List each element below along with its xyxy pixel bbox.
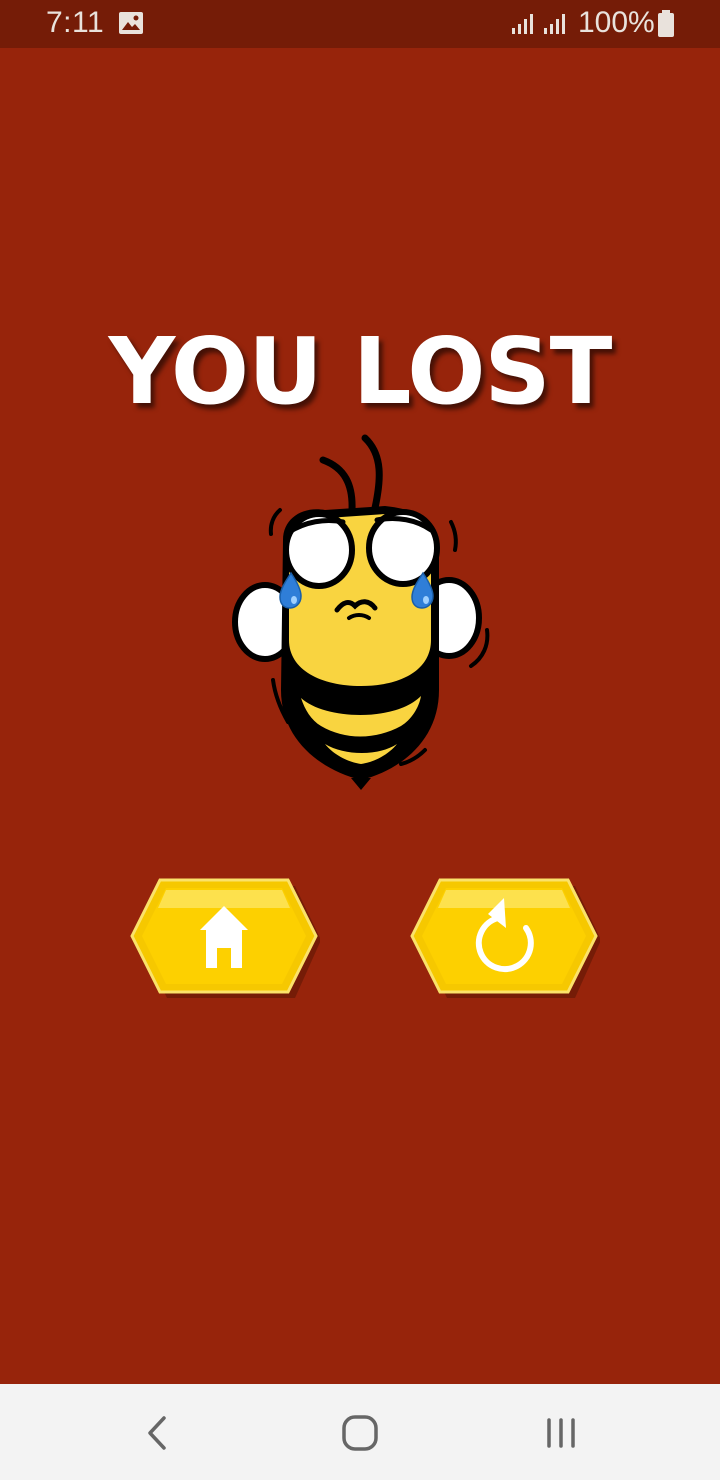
home-button[interactable]: [130, 878, 320, 1000]
retry-button[interactable]: [410, 878, 600, 1000]
signal-icon: [542, 12, 568, 36]
battery-percentage: 100%: [578, 6, 655, 39]
nav-home-button[interactable]: [330, 1408, 390, 1458]
back-icon: [148, 1416, 166, 1450]
back-button[interactable]: [128, 1408, 188, 1458]
signal-icon: [510, 12, 536, 36]
recents-button[interactable]: [532, 1408, 592, 1458]
game-over-screen: 7:11 100% YOU LOST: [0, 0, 720, 1480]
status-bar: 7:11 100%: [0, 0, 720, 48]
game-over-title: YOU LOST: [108, 318, 613, 425]
gallery-icon: [118, 11, 144, 35]
navigation-bar: [0, 1384, 720, 1480]
status-time: 7:11: [46, 6, 105, 39]
home-circle-icon: [342, 1415, 378, 1451]
battery-icon: [657, 10, 675, 38]
recents-icon: [547, 1418, 575, 1448]
crying-bee-icon: [225, 430, 505, 800]
